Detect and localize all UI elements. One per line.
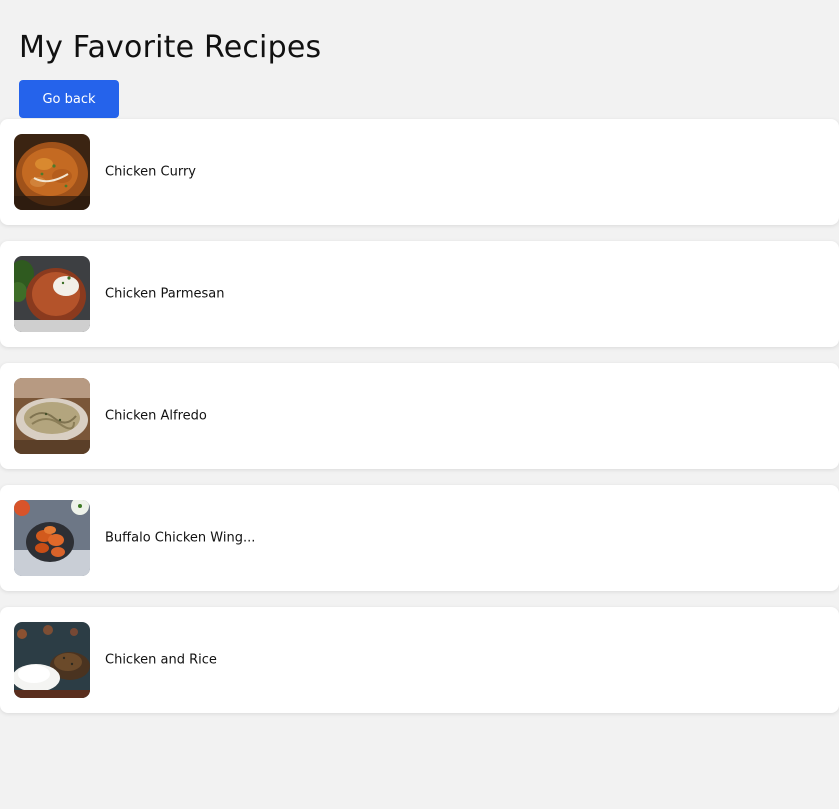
recipe-name: Chicken and Rice bbox=[105, 652, 217, 668]
recipe-card[interactable]: Buffalo Chicken Wing... bbox=[0, 485, 839, 591]
recipe-name: Chicken Parmesan bbox=[105, 286, 225, 302]
recipe-name: Chicken Curry bbox=[105, 164, 196, 180]
recipe-card[interactable]: Chicken Curry bbox=[0, 119, 839, 225]
recipe-card[interactable]: Chicken Alfredo bbox=[0, 363, 839, 469]
chicken-and-rice-photo bbox=[14, 622, 90, 698]
chicken-parmesan-photo bbox=[14, 256, 90, 332]
page-title: My Favorite Recipes bbox=[19, 30, 322, 65]
go-back-button[interactable]: Go back bbox=[19, 80, 119, 118]
recipe-list: Chicken Curry Chicken Parmesan Chicken A… bbox=[0, 119, 839, 729]
recipe-card[interactable]: Chicken Parmesan bbox=[0, 241, 839, 347]
favorites-page: My Favorite Recipes Go back Chicken Curr… bbox=[0, 0, 839, 809]
recipe-name: Buffalo Chicken Wing... bbox=[105, 530, 256, 546]
recipe-card[interactable]: Chicken and Rice bbox=[0, 607, 839, 713]
chicken-alfredo-photo bbox=[14, 378, 90, 454]
buffalo-chicken-wings-photo bbox=[14, 500, 90, 576]
recipe-name: Chicken Alfredo bbox=[105, 408, 207, 424]
chicken-curry-photo bbox=[14, 134, 90, 210]
